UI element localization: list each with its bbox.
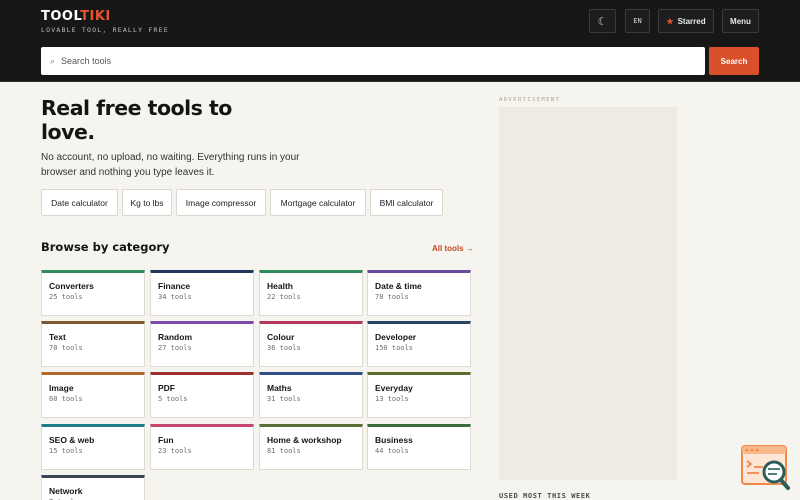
moon-icon: ☾	[597, 15, 608, 28]
search-input[interactable]	[61, 56, 662, 66]
category-card[interactable]: Colour 36 tools	[259, 321, 363, 367]
category-name: Date & time	[375, 281, 422, 291]
category-name: Converters	[49, 281, 94, 291]
brand-name: TOOLTIKI	[41, 9, 111, 24]
theme-toggle-button[interactable]: ☾	[589, 9, 616, 33]
brand-logo[interactable]: TOOLTIKI LOVABLE TOOL, REALLY FREE	[41, 9, 169, 35]
category-card[interactable]: Home & workshop 81 tools	[259, 424, 363, 470]
search-icon: ⌕	[50, 55, 56, 66]
category-card[interactable]: SEO & web 15 tools	[41, 424, 145, 470]
category-count: 31 tools	[267, 395, 301, 403]
category-name: Home & workshop	[267, 435, 342, 445]
category-count: 23 tools	[158, 447, 192, 455]
category-count: 150 tools	[375, 344, 413, 352]
ad-label: ADVERTISEMENT	[499, 97, 561, 103]
brand-tagline: LOVABLE TOOL, REALLY FREE	[41, 26, 169, 34]
category-card[interactable]: Developer 150 tools	[367, 321, 471, 367]
quick-link-image-compressor[interactable]: Image compressor	[176, 189, 266, 216]
category-name: Text	[49, 332, 66, 342]
quick-link-kg-to-lbs[interactable]: Kg to lbs	[122, 189, 172, 216]
category-card[interactable]: Random 27 tools	[150, 321, 254, 367]
category-name: Maths	[267, 383, 292, 393]
category-name: Everyday	[375, 383, 413, 393]
category-count: 60 tools	[49, 395, 83, 403]
language-button[interactable]: EN	[625, 9, 650, 33]
category-name: Network	[49, 486, 83, 496]
category-card[interactable]: Fun 23 tools	[150, 424, 254, 470]
category-name: PDF	[158, 383, 175, 393]
starred-button[interactable]: ★ Starred	[658, 9, 714, 33]
category-count: 15 tools	[49, 447, 83, 455]
category-card[interactable]: Converters 25 tools	[41, 270, 145, 316]
category-name: Image	[49, 383, 74, 393]
category-count: 70 tools	[49, 344, 83, 352]
category-name: Colour	[267, 332, 295, 342]
category-count: 13 tools	[375, 395, 409, 403]
category-count: 34 tools	[158, 293, 192, 301]
category-card[interactable]: Text 70 tools	[41, 321, 145, 367]
search-bar: ⌕	[41, 47, 705, 75]
category-card[interactable]: Everyday 13 tools	[367, 372, 471, 418]
category-name: Fun	[158, 435, 174, 445]
category-count: 22 tools	[267, 293, 301, 301]
category-name: SEO & web	[49, 435, 95, 445]
category-count: 44 tools	[375, 447, 409, 455]
category-card[interactable]: Finance 34 tools	[150, 270, 254, 316]
search-button[interactable]: Search	[709, 47, 759, 75]
category-name: Finance	[158, 281, 191, 291]
quick-link-date-calculator[interactable]: Date calculator	[41, 189, 118, 216]
category-count: 27 tools	[158, 344, 192, 352]
hero-subtitle: No account, no upload, no waiting. Every…	[41, 152, 300, 178]
category-count: 81 tools	[267, 447, 301, 455]
category-name: Developer	[375, 332, 417, 342]
advertisement-slot	[499, 107, 677, 480]
category-card[interactable]: Health 22 tools	[259, 270, 363, 316]
used-most-title: USED MOST THIS WEEK	[499, 492, 591, 500]
category-card[interactable]: Maths 31 tools	[259, 372, 363, 418]
category-count: 36 tools	[267, 344, 301, 352]
category-count: 25 tools	[49, 293, 83, 301]
category-name: Health	[267, 281, 293, 291]
category-card[interactable]: Date & time 78 tools	[367, 270, 471, 316]
category-name: Random	[158, 332, 192, 342]
category-card[interactable]: PDF 5 tools	[150, 372, 254, 418]
search-list-icon[interactable]	[741, 445, 791, 491]
category-card[interactable]: Network7 tools	[41, 475, 145, 500]
browse-title: Browse by category	[41, 240, 170, 254]
quick-link-mortgage-calculator[interactable]: Mortgage calculator	[270, 189, 366, 216]
category-name: Business	[375, 435, 413, 445]
category-card[interactable]: Image 60 tools	[41, 372, 145, 418]
site-header: TOOLTIKI LOVABLE TOOL, REALLY FREE ☾ EN …	[0, 0, 800, 82]
hero-title: Real free tools to love.	[41, 96, 232, 144]
starred-label: Starred	[677, 16, 706, 26]
category-card[interactable]: Business 44 tools	[367, 424, 471, 470]
category-count: 5 tools	[158, 395, 188, 403]
star-icon: ★	[666, 16, 674, 26]
menu-button[interactable]: Menu	[722, 9, 759, 33]
quick-link-bmi-calculator[interactable]: BMI calculator	[370, 189, 443, 216]
all-tools-link[interactable]: All tools →	[432, 244, 474, 253]
category-count: 78 tools	[375, 293, 409, 301]
